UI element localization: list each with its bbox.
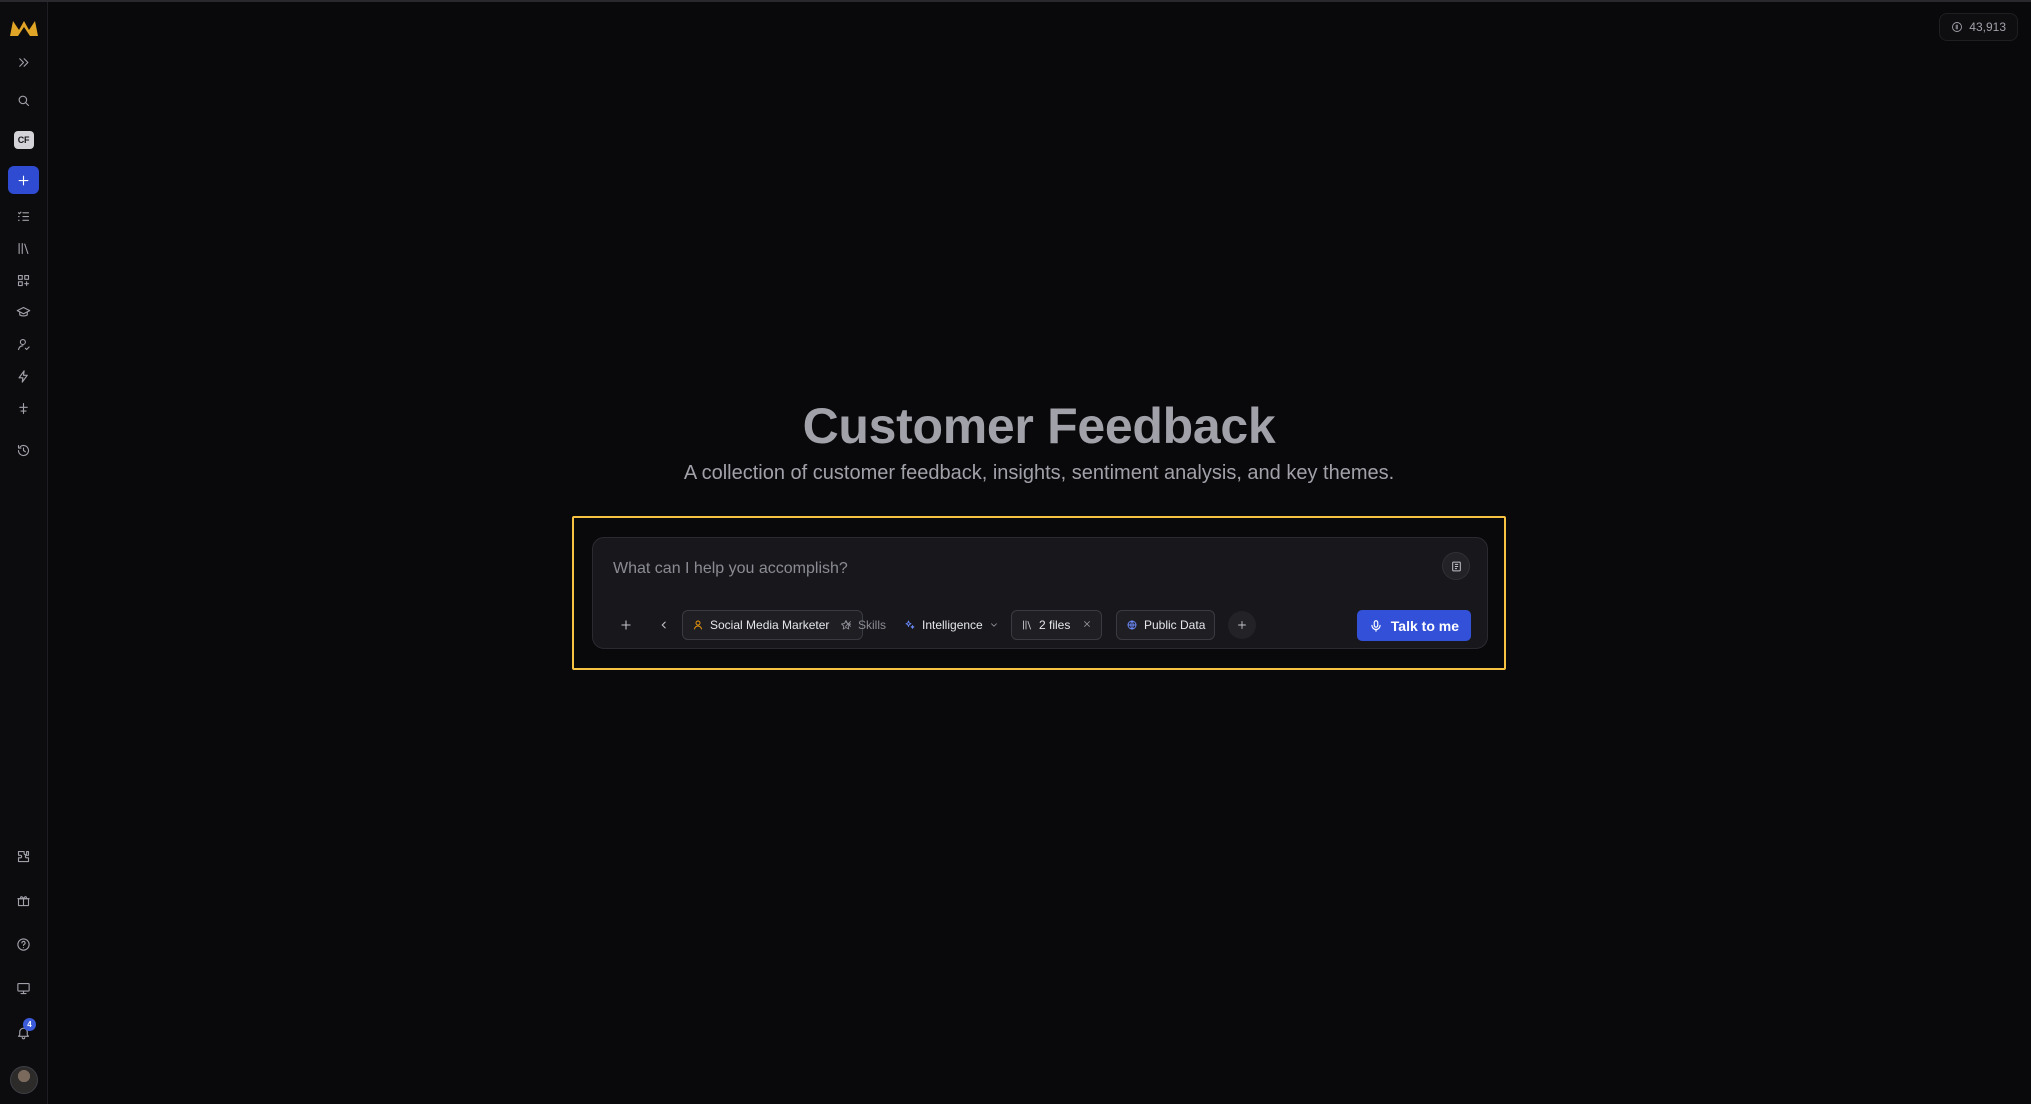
- sidebar-item-tasks[interactable]: [8, 202, 39, 230]
- sidebar-item-help[interactable]: [8, 930, 39, 958]
- prompt-input[interactable]: [611, 556, 1415, 582]
- user-avatar-button[interactable]: [8, 1066, 39, 1094]
- plus-icon: [18, 175, 29, 185]
- notifications-button[interactable]: 4: [8, 1018, 39, 1046]
- notification-count-badge: 4: [23, 1018, 36, 1031]
- graduation-cap-icon: [16, 306, 31, 316]
- attach-button[interactable]: [611, 610, 641, 640]
- talk-to-me-label: Talk to me: [1390, 617, 1459, 634]
- page-title: Customer Feedback: [802, 398, 1276, 454]
- person-icon: [694, 620, 702, 630]
- expand-sidebar-button[interactable]: [8, 48, 39, 76]
- search-button[interactable]: [8, 86, 39, 114]
- library-icon: [1023, 620, 1031, 630]
- sparkle-icon: [905, 620, 915, 629]
- help-icon: [17, 937, 30, 951]
- search-icon: [18, 95, 30, 106]
- files-chip[interactable]: 2 files: [1011, 610, 1103, 640]
- skills-icon: [841, 620, 851, 630]
- sidebar-item-library[interactable]: [8, 234, 39, 262]
- library-icon: [18, 242, 29, 254]
- plus-icon: [621, 620, 631, 630]
- intelligence-label: Intelligence: [922, 618, 983, 632]
- microphone-icon: [1371, 619, 1381, 632]
- sidebar: CF 4: [0, 2, 48, 1104]
- remove-files-button[interactable]: [1082, 618, 1092, 632]
- workspace-badge: CF: [13, 131, 34, 149]
- new-chat-button[interactable]: [8, 166, 39, 194]
- sidebar-item-apps[interactable]: [8, 266, 39, 294]
- intelligence-dropdown[interactable]: Intelligence: [894, 610, 1009, 640]
- close-icon: [1084, 621, 1091, 627]
- chevron-down-icon: [990, 623, 997, 627]
- lightning-icon: [18, 369, 28, 383]
- chevron-left-icon: [661, 621, 666, 629]
- document-icon: [1451, 561, 1461, 571]
- sidebar-item-learn[interactable]: [8, 298, 39, 326]
- prompt-library-button[interactable]: [1442, 552, 1470, 580]
- user-icon: [17, 338, 30, 350]
- expand-icon: [19, 57, 29, 67]
- apps-icon: [17, 274, 30, 286]
- sidebar-item-desktop[interactable]: [8, 974, 39, 1002]
- coin-icon: [1952, 22, 1963, 32]
- app-logo[interactable]: [8, 14, 39, 42]
- public-data-chip[interactable]: Public Data: [1116, 610, 1216, 640]
- plus-icon: [1238, 621, 1246, 629]
- sidebar-item-automations[interactable]: [8, 362, 39, 390]
- sidebar-item-rewards[interactable]: [8, 886, 39, 914]
- talk-to-me-button[interactable]: Talk to me: [1356, 610, 1471, 641]
- page-subtitle: A collection of customer feedback, insig…: [683, 462, 1395, 484]
- workspace-switcher[interactable]: CF: [8, 126, 39, 154]
- sidebar-item-history[interactable]: [8, 436, 39, 464]
- composer-toolbar: Social Media Marketer Skills Intelligenc…: [611, 610, 1471, 642]
- files-chip-label: 2 files: [1039, 618, 1071, 632]
- public-data-label: Public Data: [1144, 618, 1206, 632]
- prompt-composer: Social Media Marketer Skills Intelligenc…: [592, 537, 1488, 649]
- collapse-chips-button[interactable]: [649, 610, 679, 640]
- history-icon: [17, 444, 30, 456]
- gift-icon: [17, 895, 30, 906]
- skills-chip-label: Skills: [858, 618, 887, 632]
- persona-chip-label: Social Media Marketer: [710, 618, 830, 632]
- sidebar-item-plugins[interactable]: [8, 842, 39, 870]
- monitor-icon: [17, 982, 30, 994]
- task-list-icon: [17, 211, 30, 221]
- credits-value: 43,913: [1969, 20, 2006, 34]
- window-top-border: [0, 0, 2031, 2]
- sidebar-item-integrations[interactable]: [8, 394, 39, 422]
- skills-chip[interactable]: Skills: [830, 610, 896, 640]
- avatar: [9, 1066, 38, 1094]
- globe-icon: [1127, 620, 1137, 630]
- sidebar-item-agents[interactable]: [8, 330, 39, 358]
- puzzle-icon: [17, 850, 30, 862]
- credits-counter[interactable]: 43,913: [1939, 13, 2018, 41]
- add-context-button[interactable]: [1228, 611, 1256, 639]
- sparkle-icon: [19, 402, 28, 414]
